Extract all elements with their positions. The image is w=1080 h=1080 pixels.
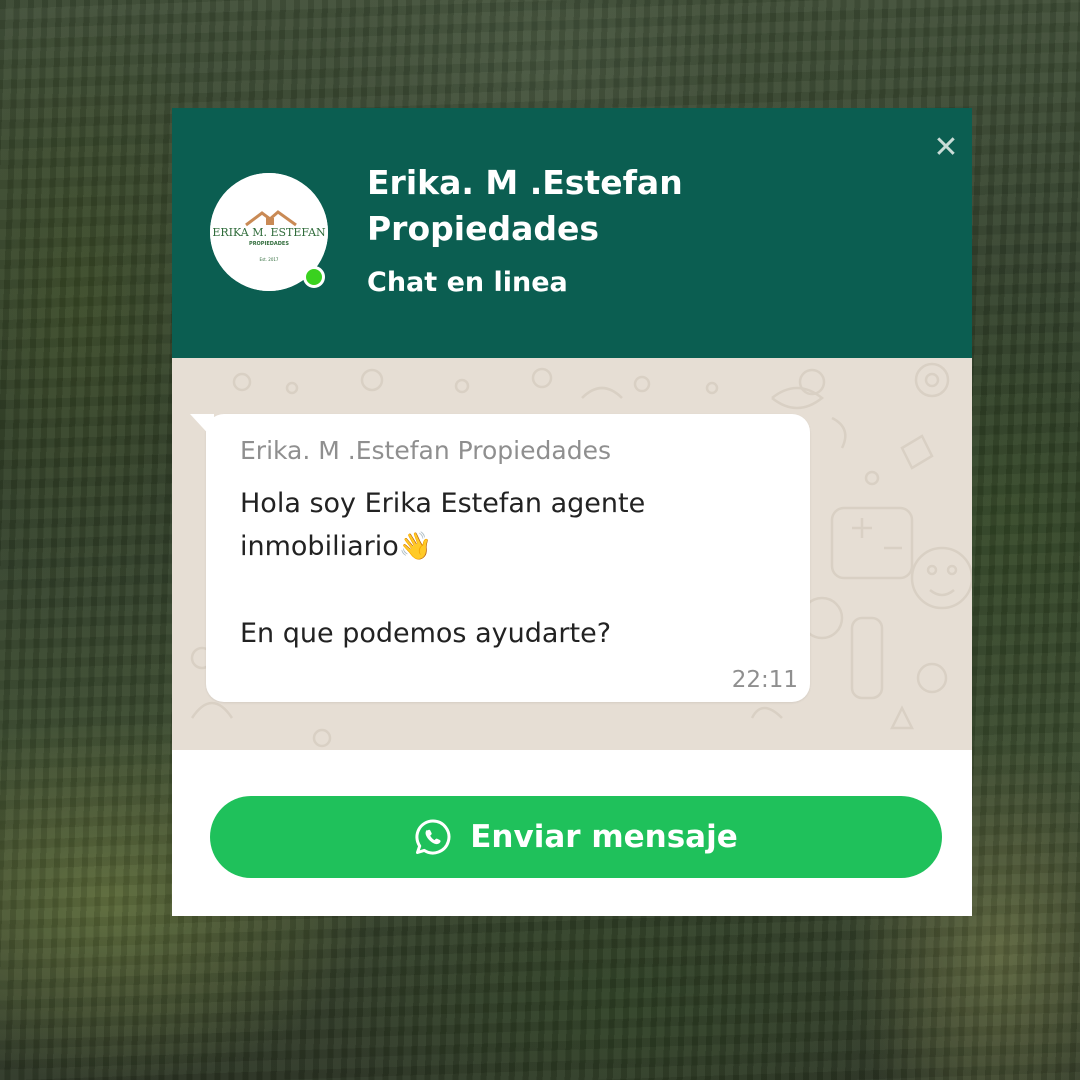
message-bubble: Erika. M .Estefan Propiedades Hola soy E… xyxy=(190,414,810,702)
send-message-label: Enviar mensaje xyxy=(470,819,738,855)
whatsapp-icon xyxy=(415,819,451,855)
message-timestamp: 22:11 xyxy=(731,667,798,693)
chat-background: Erika. M .Estefan Propiedades Hola soy E… xyxy=(172,358,972,750)
chat-header: ERIKA M. ESTEFAN PROPIEDADES Est. 2017 E… xyxy=(172,108,972,358)
message-text-line-1: Hola soy Erika Estefan agente xyxy=(240,488,646,519)
online-status-dot xyxy=(303,266,325,288)
send-message-button[interactable]: Enviar mensaje xyxy=(210,796,942,878)
waving-hand-icon: 👋 xyxy=(398,531,433,562)
online-status-text: Chat en linea xyxy=(367,267,568,298)
message-text-word: inmobiliario xyxy=(240,531,399,562)
logo-tagline: PROPIEDADES xyxy=(249,241,289,247)
close-icon: ✕ xyxy=(933,130,959,165)
logo-established: Est. 2017 xyxy=(260,257,279,262)
chat-widget: ERIKA M. ESTEFAN PROPIEDADES Est. 2017 E… xyxy=(172,108,972,916)
chat-footer: Enviar mensaje xyxy=(172,750,972,916)
close-button[interactable]: ✕ xyxy=(930,132,962,164)
message-sender: Erika. M .Estefan Propiedades xyxy=(240,436,611,465)
contact-name: Erika. M .Estefan Propiedades xyxy=(367,163,683,248)
message-text-line-2: inmobiliario👋 xyxy=(240,527,432,567)
message-text-line-3: En que podemos ayudarte? xyxy=(240,618,612,649)
logo-name: ERIKA M. ESTEFAN xyxy=(212,226,326,239)
bubble-tail xyxy=(190,414,214,440)
